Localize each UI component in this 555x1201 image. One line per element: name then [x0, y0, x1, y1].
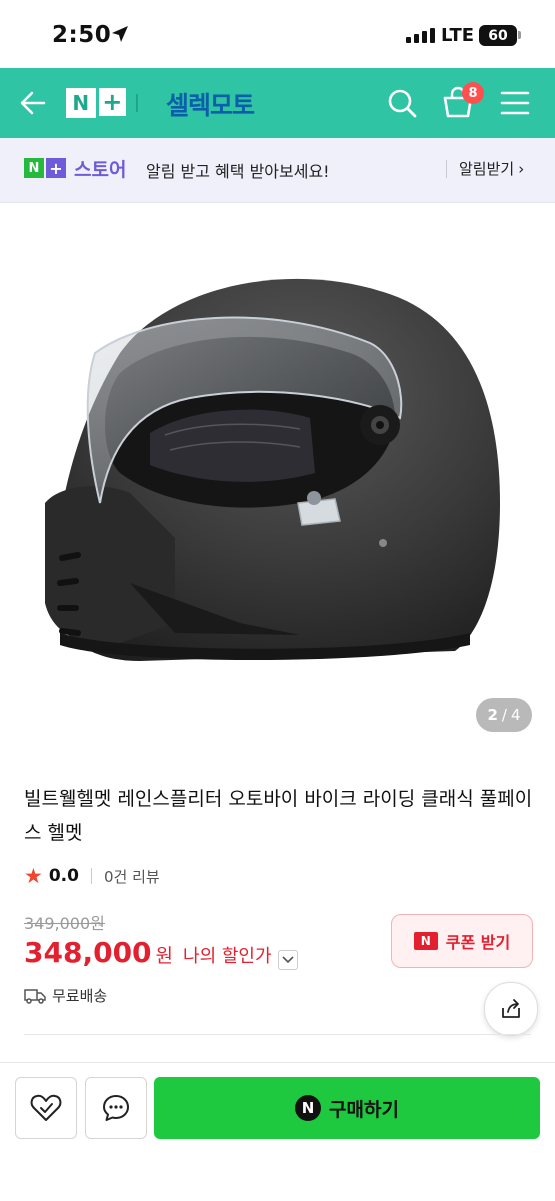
chevron-right-icon: ›: [518, 159, 525, 178]
currency-label: 원: [155, 945, 174, 967]
cart-count-badge: 8: [462, 82, 484, 104]
nplus-plus: +: [98, 88, 126, 116]
product-title: 빌트웰헬멧 레인스플리터 오토바이 바이크 라이딩 클래식 풀페이스 헬멧: [24, 788, 533, 844]
status-time: 2:50: [52, 22, 112, 48]
chevron-down-icon[interactable]: [277, 950, 298, 970]
image-page-indicator: 2 / 4: [476, 698, 532, 732]
rating-divider: [90, 868, 92, 884]
buy-label: 구매하기: [329, 1098, 399, 1121]
battery-icon: 60: [479, 25, 517, 46]
coupon-label: 쿠폰 받기: [445, 933, 511, 952]
store-brand[interactable]: 셀렉모토: [166, 86, 255, 122]
buy-button[interactable]: N 구매하기: [154, 1077, 540, 1139]
nplus-logo[interactable]: N +: [66, 88, 126, 118]
wishlist-button[interactable]: [15, 1077, 77, 1139]
pager-total: 4: [510, 706, 521, 724]
header-divider: [136, 94, 138, 112]
pager-separator: /: [501, 706, 507, 724]
hamburger-menu-icon[interactable]: [500, 90, 530, 116]
network-type: LTE: [441, 25, 475, 46]
sale-price: 348,000: [24, 936, 152, 969]
truck-icon: [24, 988, 46, 1004]
pager-current: 2: [487, 706, 498, 724]
battery-cap: [518, 31, 521, 39]
promo-text: 알림 받고 혜택 받아보세요!: [146, 162, 330, 181]
alarm-label: 알림받기: [459, 160, 515, 178]
product-image-gallery[interactable]: [0, 203, 555, 751]
coupon-n-icon: N: [413, 932, 438, 950]
location-arrow-icon: [112, 26, 128, 42]
status-bar: 2:50 LTE 60: [0, 0, 555, 68]
promo-logo-n: N: [24, 158, 44, 178]
search-icon[interactable]: [386, 87, 418, 119]
alarm-button[interactable]: 알림받기 ›: [459, 158, 524, 179]
site-header: N + 셀렉모토 8: [0, 68, 555, 138]
naver-n-icon: N: [295, 1095, 322, 1121]
chat-bubble-icon: [103, 1095, 129, 1121]
talk-button[interactable]: [85, 1077, 147, 1139]
bottom-action-bar: N 구매하기: [0, 1062, 555, 1201]
share-icon: [502, 999, 520, 1018]
rating-score: 0.0: [48, 866, 79, 886]
signal-bars-icon: [406, 28, 435, 43]
nplus-store-logo: N +: [24, 158, 66, 178]
shipping-info: 무료배송: [24, 985, 107, 1006]
back-arrow-icon[interactable]: [18, 88, 48, 118]
original-price: 349,000원: [24, 914, 105, 933]
nplus-n: N: [66, 88, 96, 118]
my-discount-price-label[interactable]: 나의 할인가: [183, 942, 272, 968]
section-divider: [24, 1034, 531, 1035]
heart-check-icon: [30, 1094, 62, 1121]
star-icon: ★: [24, 864, 43, 888]
coupon-button[interactable]: N 쿠폰 받기: [391, 914, 533, 968]
price-row: 348,000 원 나의 할인가: [24, 936, 298, 970]
store-label: 스토어: [74, 159, 127, 181]
promo-logo-plus: +: [46, 158, 66, 178]
share-button[interactable]: [484, 982, 538, 1036]
helmet-image: [45, 278, 501, 661]
nplus-store-banner[interactable]: N + 스토어 알림 받고 혜택 받아보세요! 알림받기 ›: [0, 138, 555, 203]
review-count[interactable]: 0건 리뷰: [104, 866, 160, 887]
rating-row[interactable]: ★ 0.0 0건 리뷰: [24, 864, 160, 888]
promo-divider: [446, 160, 447, 178]
shipping-label: 무료배송: [52, 987, 108, 1005]
